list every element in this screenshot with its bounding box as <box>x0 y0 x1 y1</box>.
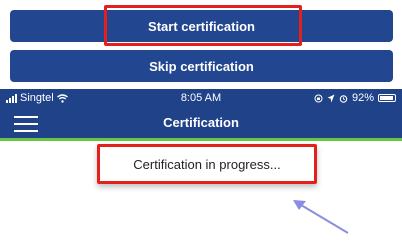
status-indicators: 92% <box>314 92 396 104</box>
skip-certification-label: Skip certification <box>149 58 254 74</box>
start-certification-button[interactable]: Start certification <box>10 10 393 42</box>
location-icon <box>327 94 335 102</box>
page-title: Certification <box>163 115 239 130</box>
nav-accent-divider <box>0 138 402 141</box>
navigation-bar: Certification <box>0 108 402 138</box>
annotation-arrow-icon <box>293 200 349 234</box>
rotation-lock-icon <box>314 94 323 102</box>
status-bar: Singtel 8:05 AM 92% <box>0 89 402 108</box>
start-certification-label: Start certification <box>148 18 255 34</box>
battery-percent: 92% <box>351 92 374 104</box>
battery-icon <box>378 94 396 102</box>
skip-certification-button[interactable]: Skip certification <box>10 50 393 82</box>
progress-message: Certification in progress... <box>133 156 281 172</box>
alarm-icon <box>339 94 348 103</box>
